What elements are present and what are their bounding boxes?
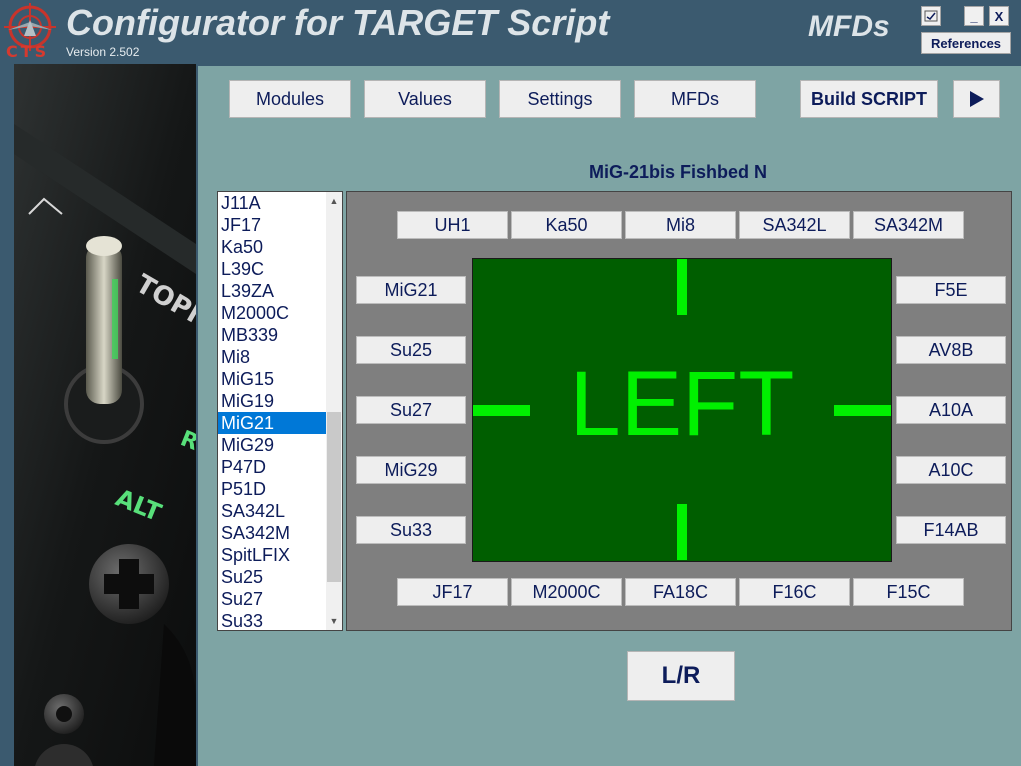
cockpit-photo: TOPI ALT R xyxy=(14,64,196,766)
scroll-thumb[interactable] xyxy=(327,412,341,582)
left-right-toggle-button[interactable]: L/R xyxy=(627,651,735,701)
list-item-m2000c[interactable]: M2000C xyxy=(218,302,326,324)
list-item-jf17[interactable]: JF17 xyxy=(218,214,326,236)
list-item-mig15[interactable]: MiG15 xyxy=(218,368,326,390)
list-item-l39za[interactable]: L39ZA xyxy=(218,280,326,302)
list-item-sa342l[interactable]: SA342L xyxy=(218,500,326,522)
app-title: Configurator for TARGET Script xyxy=(66,2,610,43)
list-item-l39c[interactable]: L39C xyxy=(218,258,326,280)
mfds-button[interactable]: MFDs xyxy=(634,80,756,118)
list-item-mig21[interactable]: MiG21 xyxy=(218,412,326,434)
title-bar: CTS Configurator for TARGET Script Versi… xyxy=(0,0,1021,64)
osb-right-5[interactable]: F14AB xyxy=(896,516,1006,544)
list-scrollbar[interactable]: ▲ ▼ xyxy=(326,192,342,630)
osb-right-4[interactable]: A10C xyxy=(896,456,1006,484)
section-title: MFDs xyxy=(808,10,890,43)
list-item-su33[interactable]: Su33 xyxy=(218,610,326,630)
list-item-sa342m[interactable]: SA342M xyxy=(218,522,326,544)
osb-top-4[interactable]: SA342L xyxy=(739,211,850,239)
list-item-p51d[interactable]: P51D xyxy=(218,478,326,500)
build-script-button[interactable]: Build SCRIPT xyxy=(800,80,938,118)
scroll-up-arrow-icon[interactable]: ▲ xyxy=(326,192,342,210)
osb-top-3[interactable]: Mi8 xyxy=(625,211,736,239)
run-button[interactable] xyxy=(953,80,1000,118)
osb-left-2[interactable]: Su25 xyxy=(356,336,466,364)
close-button[interactable]: X xyxy=(989,6,1009,26)
osb-left-4[interactable]: MiG29 xyxy=(356,456,466,484)
osb-bottom-2[interactable]: M2000C xyxy=(511,578,622,606)
version-label: Version 2.502 xyxy=(66,45,140,59)
osb-left-5[interactable]: Su33 xyxy=(356,516,466,544)
edit-window-button[interactable] xyxy=(921,6,941,26)
list-item-j11a[interactable]: J11A xyxy=(218,192,326,214)
values-button[interactable]: Values xyxy=(364,80,486,118)
aircraft-title: MiG-21bis Fishbed N xyxy=(588,162,768,182)
osb-right-2[interactable]: AV8B xyxy=(896,336,1006,364)
osb-bottom-4[interactable]: F16C xyxy=(739,578,850,606)
osb-left-3[interactable]: Su27 xyxy=(356,396,466,424)
left-border xyxy=(0,64,14,766)
list-item-mi8[interactable]: Mi8 xyxy=(218,346,326,368)
logo-text: CTS xyxy=(6,42,50,61)
modules-button[interactable]: Modules xyxy=(229,80,351,118)
top-border xyxy=(196,64,1021,66)
crosshair-bottom-tick xyxy=(677,504,687,560)
osb-bottom-1[interactable]: JF17 xyxy=(397,578,508,606)
osb-top-1[interactable]: UH1 xyxy=(397,211,508,239)
osb-bottom-5[interactable]: F15C xyxy=(853,578,964,606)
mfd-screen-label: LEFT xyxy=(569,353,795,455)
aircraft-listbox[interactable]: J11A JF17 Ka50 L39C L39ZA M2000C MB339 Mi8 MiG15… xyxy=(217,191,343,631)
list-item-spitlfix[interactable]: SpitLFIX xyxy=(218,544,326,566)
list-item-su27[interactable]: Su27 xyxy=(218,588,326,610)
checkmark-edit-icon xyxy=(924,10,938,22)
osb-top-2[interactable]: Ka50 xyxy=(511,211,622,239)
settings-button[interactable]: Settings xyxy=(499,80,621,118)
list-item-ka50[interactable]: Ka50 xyxy=(218,236,326,258)
osb-right-3[interactable]: A10A xyxy=(896,396,1006,424)
cts-logo: CTS xyxy=(0,0,62,62)
list-item-p47d[interactable]: P47D xyxy=(218,456,326,478)
osb-right-1[interactable]: F5E xyxy=(896,276,1006,304)
scroll-down-arrow-icon[interactable]: ▼ xyxy=(326,612,342,630)
list-item-mb339[interactable]: MB339 xyxy=(218,324,326,346)
play-icon xyxy=(969,91,984,107)
mfd-screen: LEFT xyxy=(472,258,892,562)
osb-left-1[interactable]: MiG21 xyxy=(356,276,466,304)
osb-bottom-3[interactable]: FA18C xyxy=(625,578,736,606)
references-button[interactable]: References xyxy=(921,32,1011,54)
list-item-mig29[interactable]: MiG29 xyxy=(218,434,326,456)
aircraft-list: J11A JF17 Ka50 L39C L39ZA M2000C MB339 Mi8 MiG15… xyxy=(218,192,326,630)
mfd-panel: UH1 Ka50 Mi8 SA342L SA342M MiG21 Su25 Su… xyxy=(346,191,1012,631)
crosshair-top-tick xyxy=(677,259,687,315)
list-item-su25[interactable]: Su25 xyxy=(218,566,326,588)
minimize-button[interactable]: _ xyxy=(964,6,984,26)
osb-top-5[interactable]: SA342M xyxy=(853,211,964,239)
list-item-mig19[interactable]: MiG19 xyxy=(218,390,326,412)
